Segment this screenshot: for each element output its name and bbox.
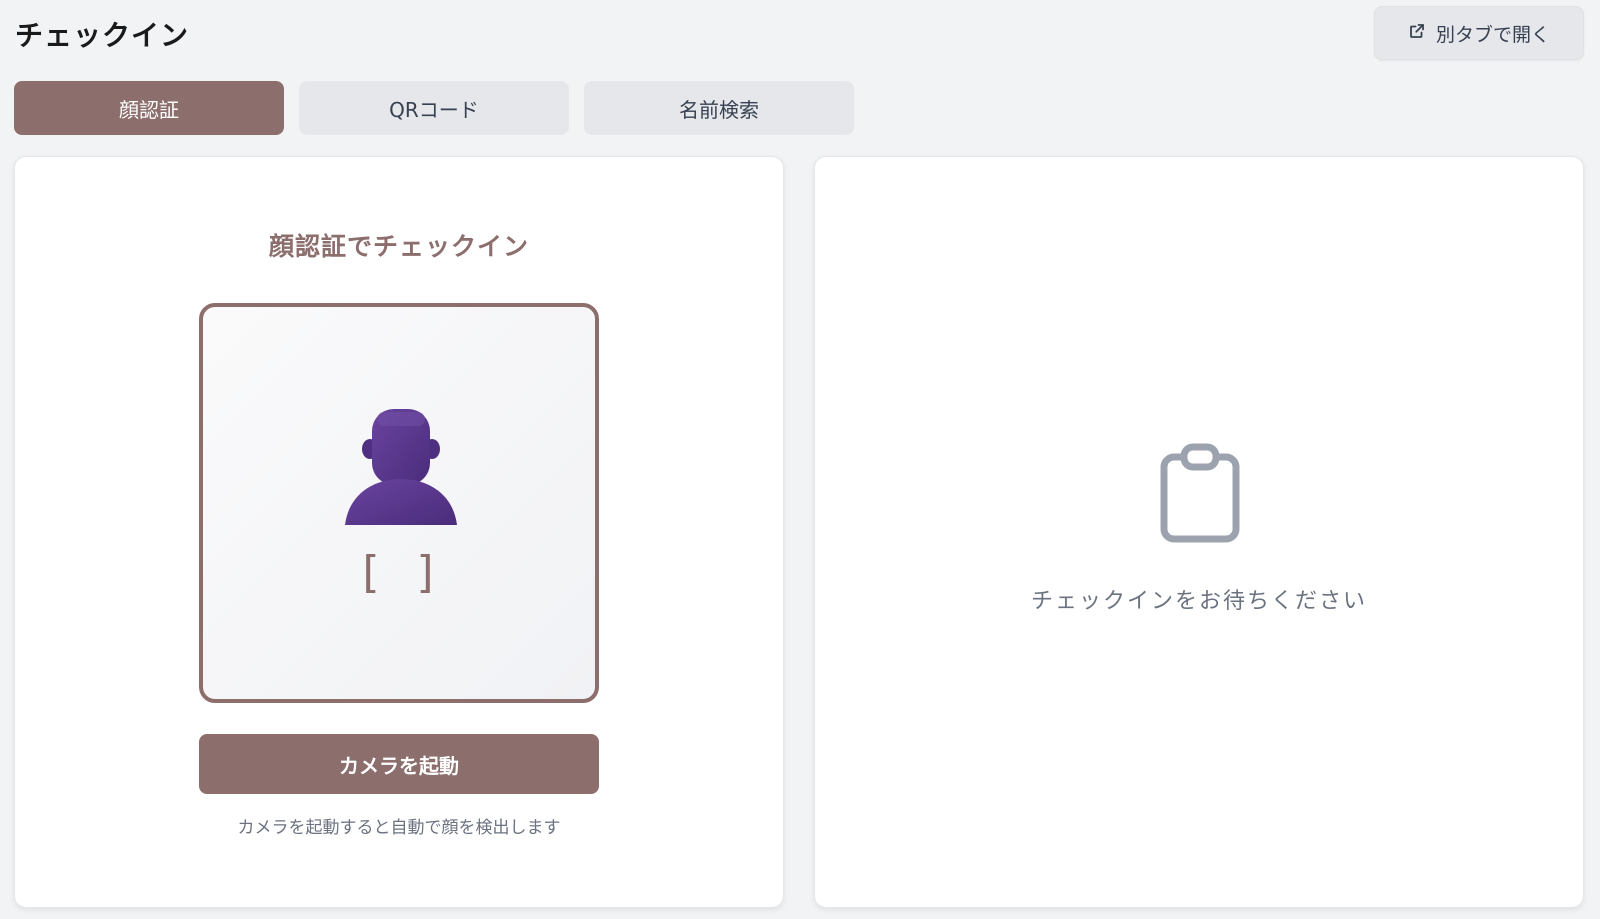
face-recognition-panel: 顔認証でチェックイン [ ] カメラを起動 カメラを起動すると自動で顔を検出しま… (14, 156, 784, 908)
page-title: チェックイン (15, 19, 190, 52)
checkin-status-panel: チェックインをお待ちください (814, 156, 1584, 908)
camera-preview-frame: [ ] (199, 303, 599, 703)
camera-hint-text: カメラを起動すると自動で顔を検出します (237, 818, 561, 838)
tab-face-recognition[interactable]: 顔認証 (14, 81, 284, 135)
start-camera-button[interactable]: カメラを起動 (199, 734, 599, 794)
clipboard-icon (1160, 443, 1240, 543)
page-header: チェックイン 別タブで開く (0, 0, 1600, 70)
open-in-new-tab-label: 別タブで開く (1435, 23, 1550, 46)
checkin-method-tabs: 顔認証 QRコード 名前検索 (14, 81, 854, 135)
tab-name-search[interactable]: 名前検索 (584, 81, 854, 135)
tab-qr-code[interactable]: QRコード (299, 81, 569, 135)
face-recognition-title: 顔認証でチェックイン (268, 232, 529, 261)
open-in-new-tab-button[interactable]: 別タブで開く (1374, 6, 1584, 60)
waiting-message: チェックインをお待ちください (1030, 589, 1367, 614)
external-link-icon (1408, 22, 1426, 45)
face-detection-bracket: [ ] (356, 547, 442, 598)
person-icon (345, 409, 457, 525)
